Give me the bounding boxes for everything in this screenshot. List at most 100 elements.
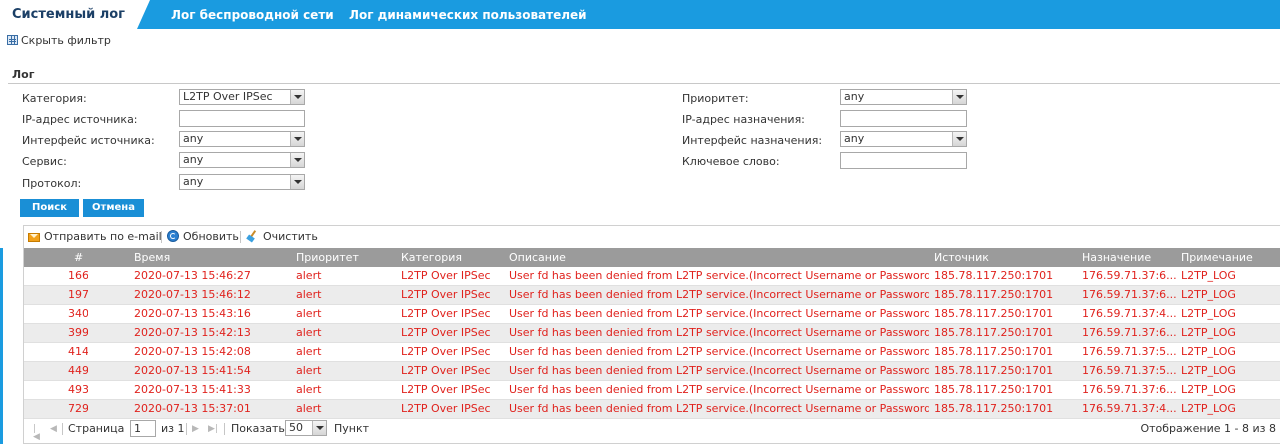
cell-note: L2TP_LOG	[1181, 364, 1236, 377]
cell-destination: 176.59.71.37:5...	[1082, 345, 1177, 358]
last-page-icon[interactable]: ▶|	[208, 425, 218, 434]
table-header: # Время Приоритет Категория Описание Ист…	[24, 248, 1280, 267]
table-row[interactable]: 166 2020-07-13 15:46:27 alert L2TP Over IPS…	[24, 267, 1280, 286]
cell-source: 185.78.117.250:1701	[934, 345, 1054, 358]
first-page-icon[interactable]: |◀	[33, 425, 41, 442]
pager-separator	[62, 423, 63, 435]
src-interface-select[interactable]: any	[179, 131, 305, 147]
col-header-destination[interactable]: Назначение	[1082, 248, 1151, 267]
cell-note: L2TP_LOG	[1181, 345, 1236, 358]
col-header-priority[interactable]: Приоритет	[296, 248, 359, 267]
src-ip-input[interactable]	[179, 110, 305, 127]
keyword-input[interactable]	[840, 152, 967, 169]
cell-number: 399	[68, 326, 88, 339]
src-ip-label: IP-адрес источника:	[22, 113, 138, 126]
left-edge-bar	[0, 248, 3, 444]
table-row[interactable]: 414 2020-07-13 15:42:08 alert L2TP Over IPS…	[24, 343, 1280, 362]
refresh-button[interactable]: Обновить	[167, 230, 239, 244]
cell-description: User fd has been denied from L2TP servic…	[509, 307, 929, 320]
table-row[interactable]: 493 2020-07-13 15:41:33 alert L2TP Over IPS…	[24, 381, 1280, 400]
dst-ip-label: IP-адрес назначения:	[682, 113, 805, 126]
mail-icon	[28, 233, 40, 242]
cell-destination: 176.59.71.37:6...	[1082, 269, 1177, 282]
cell-description: User fd has been denied from L2TP servic…	[509, 345, 929, 358]
priority-label: Приоритет:	[682, 92, 749, 105]
clear-button-label: Очистить	[263, 230, 318, 243]
chevron-down-icon	[290, 153, 304, 167]
table-row[interactable]: 449 2020-07-13 15:41:54 alert L2TP Over IPS…	[24, 362, 1280, 381]
cell-description: User fd has been denied from L2TP servic…	[509, 364, 929, 377]
cell-category: L2TP Over IPSec	[401, 345, 491, 358]
page-count-label: из 1	[161, 422, 185, 435]
dst-interface-label: Интерфейс назначения:	[682, 134, 823, 147]
cell-source: 185.78.117.250:1701	[934, 307, 1054, 320]
cell-destination: 176.59.71.37:5...	[1082, 364, 1177, 377]
tab-dynamic-users-log[interactable]: Лог динамических пользователей	[349, 0, 587, 29]
protocol-select[interactable]: any	[179, 174, 305, 190]
cell-number: 493	[68, 383, 88, 396]
chevron-down-icon	[290, 175, 304, 189]
cell-priority: alert	[296, 288, 322, 301]
hide-filter-link[interactable]: Скрыть фильтр	[7, 34, 111, 48]
prev-page-icon[interactable]: ◀	[50, 425, 58, 434]
col-header-time[interactable]: Время	[134, 248, 170, 267]
pager-separator	[186, 423, 187, 435]
chevron-down-icon	[290, 90, 304, 104]
cell-note: L2TP_LOG	[1181, 402, 1236, 415]
cancel-button[interactable]: Отмена	[83, 199, 144, 217]
protocol-label: Протокол:	[22, 177, 82, 190]
tab-wireless-log[interactable]: Лог беспроводной сети	[171, 0, 334, 29]
priority-select[interactable]: any	[840, 89, 967, 105]
col-header-category[interactable]: Категория	[401, 248, 462, 267]
per-page-select[interactable]: 50	[285, 420, 327, 436]
table-row[interactable]: 340 2020-07-13 15:43:16 alert L2TP Over IPS…	[24, 305, 1280, 324]
cell-priority: alert	[296, 402, 322, 415]
col-header-number[interactable]: #	[74, 248, 83, 267]
cell-note: L2TP_LOG	[1181, 307, 1236, 320]
cell-category: L2TP Over IPSec	[401, 402, 491, 415]
cell-category: L2TP Over IPSec	[401, 383, 491, 396]
log-grid: Отправить по e-mail Обновить Очистить # …	[23, 225, 1280, 444]
table-row[interactable]: 399 2020-07-13 15:42:13 alert L2TP Over IPS…	[24, 324, 1280, 343]
page-number-input[interactable]: 1	[130, 420, 156, 437]
show-label: Показать	[231, 422, 285, 435]
cell-source: 185.78.117.250:1701	[934, 402, 1054, 415]
section-title: Лог	[12, 68, 35, 81]
cell-source: 185.78.117.250:1701	[934, 288, 1054, 301]
dst-ip-input[interactable]	[840, 110, 967, 127]
email-button[interactable]: Отправить по e-mail	[28, 230, 162, 244]
next-page-icon[interactable]: ▶	[192, 425, 200, 434]
clear-button[interactable]: Очистить	[247, 230, 318, 244]
cell-number: 449	[68, 364, 88, 377]
cell-time: 2020-07-13 15:41:33	[134, 383, 251, 396]
cell-note: L2TP_LOG	[1181, 288, 1236, 301]
cell-time: 2020-07-13 15:41:54	[134, 364, 251, 377]
col-header-description[interactable]: Описание	[509, 248, 566, 267]
category-label: Категория:	[22, 92, 87, 105]
src-interface-select-value: any	[183, 132, 204, 145]
cell-priority: alert	[296, 364, 322, 377]
cell-number: 340	[68, 307, 88, 320]
category-select[interactable]: L2TP Over IPSec	[179, 89, 305, 105]
src-interface-label: Интерфейс источника:	[22, 134, 155, 147]
broom-icon	[247, 230, 259, 242]
cell-destination: 176.59.71.37:4...	[1082, 307, 1177, 320]
chevron-down-icon	[952, 132, 966, 146]
cell-time: 2020-07-13 15:42:08	[134, 345, 251, 358]
col-header-note[interactable]: Примечание	[1181, 248, 1253, 267]
dst-interface-select[interactable]: any	[840, 131, 967, 147]
table-row[interactable]: 729 2020-07-13 15:37:01 alert L2TP Over IPS…	[24, 400, 1280, 419]
cell-destination: 176.59.71.37:4...	[1082, 402, 1177, 415]
cell-time: 2020-07-13 15:46:12	[134, 288, 251, 301]
cell-description: User fd has been denied from L2TP servic…	[509, 383, 929, 396]
service-select[interactable]: any	[179, 152, 305, 168]
search-button[interactable]: Поиск	[20, 199, 79, 217]
table-row[interactable]: 197 2020-07-13 15:46:12 alert L2TP Over IPS…	[24, 286, 1280, 305]
cell-destination: 176.59.71.37:6...	[1082, 288, 1177, 301]
col-header-source[interactable]: Источник	[934, 248, 989, 267]
cell-destination: 176.59.71.37:6...	[1082, 383, 1177, 396]
cell-priority: alert	[296, 326, 322, 339]
tab-system-log[interactable]: Системный лог	[0, 0, 150, 29]
chevron-down-icon	[952, 90, 966, 104]
cell-time: 2020-07-13 15:42:13	[134, 326, 251, 339]
